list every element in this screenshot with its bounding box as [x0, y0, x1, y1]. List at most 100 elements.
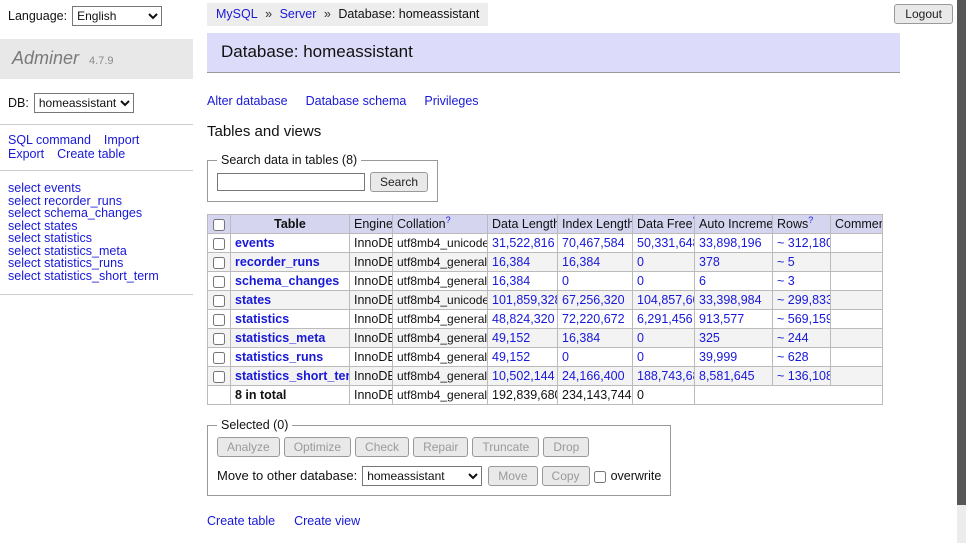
data-length-cell[interactable]: 101,859,328 — [488, 291, 558, 310]
sidebar-select-statistics_short_term[interactable]: select statistics_short_term — [8, 270, 185, 283]
create-view-link[interactable]: Create view — [294, 514, 360, 528]
data-length-cell[interactable]: 16,384 — [488, 272, 558, 291]
auto-increment-cell[interactable]: 39,999 — [695, 348, 773, 367]
data-free-cell[interactable]: 104,857,600 — [633, 291, 695, 310]
index-length-cell[interactable]: 72,220,672 — [558, 310, 633, 329]
search-input[interactable] — [217, 173, 365, 191]
sidebar-link-export[interactable]: Export — [8, 148, 44, 162]
data-length-cell[interactable]: 31,522,816 — [488, 234, 558, 253]
row-checkbox-cell — [208, 348, 231, 367]
table-link-recorder_runs[interactable]: recorder_runs — [235, 255, 320, 269]
sidebar-select-events[interactable]: select events — [8, 182, 185, 195]
overwrite-checkbox[interactable] — [594, 471, 606, 483]
move-button[interactable]: Move — [488, 466, 537, 486]
data-length-cell[interactable]: 48,824,320 — [488, 310, 558, 329]
auto-increment-cell[interactable]: 6 — [695, 272, 773, 291]
sidebar-link-create-table[interactable]: Create table — [57, 148, 125, 162]
table-link-statistics_runs[interactable]: statistics_runs — [235, 350, 323, 364]
action-privileges[interactable]: Privileges — [424, 94, 478, 108]
row-checkbox[interactable] — [213, 257, 225, 269]
data-free-cell[interactable]: 0 — [633, 329, 695, 348]
data-free-cell[interactable]: 0 — [633, 253, 695, 272]
data-length-cell[interactable]: 16,384 — [488, 253, 558, 272]
rows-count-cell[interactable]: ~ 3 — [773, 272, 831, 291]
column-header-data-length: Data Length? — [488, 215, 558, 234]
breadcrumb-item[interactable]: MySQL — [216, 7, 258, 21]
sidebar-link-import[interactable]: Import — [104, 134, 139, 148]
index-length-cell[interactable]: 16,384 — [558, 329, 633, 348]
data-length-cell[interactable]: 49,152 — [488, 348, 558, 367]
row-checkbox[interactable] — [213, 276, 225, 288]
analyze-button[interactable]: Analyze — [217, 437, 280, 457]
data-free-cell[interactable]: 0 — [633, 348, 695, 367]
search-button[interactable]: Search — [370, 172, 428, 192]
index-length-cell[interactable]: 0 — [558, 348, 633, 367]
optimize-button[interactable]: Optimize — [284, 437, 351, 457]
scrollbar[interactable] — [957, 0, 966, 543]
breadcrumb-item[interactable]: Server — [280, 7, 317, 21]
select-all-checkbox[interactable] — [213, 219, 225, 231]
drop-button[interactable]: Drop — [543, 437, 589, 457]
row-checkbox[interactable] — [213, 238, 225, 250]
index-length-cell[interactable]: 0 — [558, 272, 633, 291]
auto-increment-cell[interactable]: 33,398,984 — [695, 291, 773, 310]
action-database-schema[interactable]: Database schema — [306, 94, 407, 108]
rows-count-cell[interactable]: ~ 569,159 — [773, 310, 831, 329]
create-table-link[interactable]: Create table — [207, 514, 275, 528]
auto-increment-cell[interactable]: 33,898,196 — [695, 234, 773, 253]
rows-count-cell[interactable]: ~ 312,180 — [773, 234, 831, 253]
repair-button[interactable]: Repair — [413, 437, 468, 457]
table-link-statistics[interactable]: statistics — [235, 312, 289, 326]
divider — [0, 294, 193, 295]
auto-increment-cell[interactable]: 325 — [695, 329, 773, 348]
row-checkbox[interactable] — [213, 295, 225, 307]
data-length-cell[interactable]: 49,152 — [488, 329, 558, 348]
index-length-cell[interactable]: 70,467,584 — [558, 234, 633, 253]
row-checkbox[interactable] — [213, 371, 225, 383]
column-help-link[interactable]: ? — [808, 215, 813, 225]
db-select[interactable]: homeassistant — [34, 93, 134, 113]
copy-button[interactable]: Copy — [542, 466, 590, 486]
column-header-label: Rows — [777, 217, 808, 231]
auto-increment-cell[interactable]: 913,577 — [695, 310, 773, 329]
table-link-statistics_short_term[interactable]: statistics_short_term — [235, 369, 350, 383]
check-button[interactable]: Check — [355, 437, 409, 457]
row-checkbox[interactable] — [213, 333, 225, 345]
data-free-cell[interactable]: 0 — [633, 272, 695, 291]
index-length-cell[interactable]: 24,166,400 — [558, 367, 633, 386]
data-free-cell[interactable]: 188,743,680 — [633, 367, 695, 386]
sidebar-select-schema_changes[interactable]: select schema_changes — [8, 207, 185, 220]
sidebar-link-sql-command[interactable]: SQL command — [8, 134, 91, 148]
language-select[interactable]: English — [72, 6, 162, 26]
logout-button[interactable]: Logout — [894, 4, 953, 24]
scrollbar-thumb[interactable] — [957, 0, 966, 505]
rows-count-cell[interactable]: ~ 136,108 — [773, 367, 831, 386]
table-link-schema_changes[interactable]: schema_changes — [235, 274, 339, 288]
sidebar-select-statistics_runs[interactable]: select statistics_runs — [8, 257, 185, 270]
data-free-cell[interactable]: 50,331,648 — [633, 234, 695, 253]
rows-count-cell[interactable]: ~ 628 — [773, 348, 831, 367]
rows-count-cell[interactable]: ~ 244 — [773, 329, 831, 348]
index-length-cell[interactable]: 16,384 — [558, 253, 633, 272]
collation-cell: utf8mb4_unicode_ci — [393, 291, 488, 310]
action-alter-database[interactable]: Alter database — [207, 94, 288, 108]
auto-increment-cell[interactable]: 8,581,645 — [695, 367, 773, 386]
collation-cell: utf8mb4_general_ci — [393, 272, 488, 291]
row-checkbox[interactable] — [213, 314, 225, 326]
total-filler — [695, 386, 883, 405]
sidebar-select-statistics[interactable]: select statistics — [8, 232, 185, 245]
row-checkbox[interactable] — [213, 352, 225, 364]
data-free-cell[interactable]: 6,291,456 — [633, 310, 695, 329]
collation-cell: utf8mb4_general_ci — [393, 253, 488, 272]
table-link-states[interactable]: states — [235, 293, 271, 307]
table-link-statistics_meta[interactable]: statistics_meta — [235, 331, 325, 345]
data-length-cell[interactable]: 10,502,144 — [488, 367, 558, 386]
column-help-link[interactable]: ? — [446, 215, 451, 225]
table-link-events[interactable]: events — [235, 236, 275, 250]
rows-count-cell[interactable]: ~ 299,833 — [773, 291, 831, 310]
truncate-button[interactable]: Truncate — [472, 437, 539, 457]
rows-count-cell[interactable]: ~ 5 — [773, 253, 831, 272]
auto-increment-cell[interactable]: 378 — [695, 253, 773, 272]
index-length-cell[interactable]: 67,256,320 — [558, 291, 633, 310]
move-db-select[interactable]: homeassistant — [362, 466, 482, 486]
